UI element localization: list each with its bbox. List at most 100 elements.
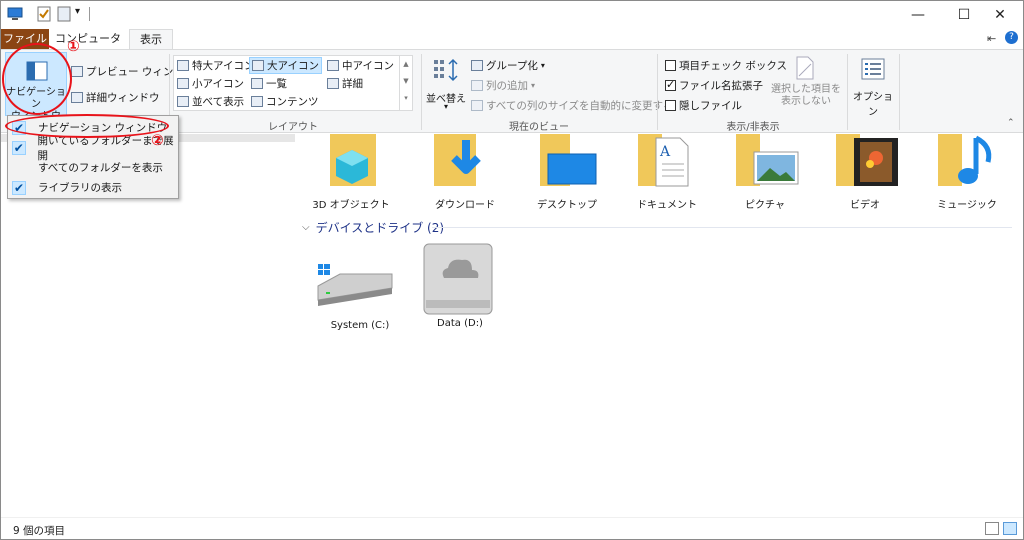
check-icon: ✔ [12, 140, 26, 155]
folder-label: 3D オブジェクト [312, 200, 390, 211]
size-all-columns-button[interactable]: すべての列のサイズを自動的に変更する [471, 98, 674, 113]
folder-desktop[interactable]: デスクトップ [522, 134, 612, 214]
options-button[interactable]: オプション [851, 56, 895, 118]
layout-medium[interactable]: 中アイコン [327, 58, 394, 73]
layout-content[interactable]: コンテンツ [251, 94, 319, 109]
svg-text:A: A [659, 144, 671, 160]
computer-icon [7, 7, 23, 20]
help-icon[interactable]: ? [1005, 31, 1018, 44]
large-icons-view-icon[interactable] [1003, 522, 1017, 535]
group-by-label: グループ化 [486, 60, 538, 72]
chevron-down-icon: ▾ [531, 81, 536, 90]
layout-small-label: 小アイコン [192, 78, 244, 90]
content-area: 3D オブジェクト ダウンロード デスクトップ A ドキュメント ピクチャ ビデ… [296, 134, 1023, 517]
layout-medium-label: 中アイコン [342, 60, 394, 72]
explorer-window: ▾ — ☐ ✕ ファイル コンピューター 表示 ⇤ ? ナビゲーション ウィンド… [0, 0, 1024, 540]
item-checkboxes-checkbox[interactable] [665, 60, 676, 71]
file-extensions-checkbox[interactable] [665, 78, 676, 91]
close-button[interactable]: ✕ [977, 1, 1023, 29]
videos-icon [836, 134, 898, 186]
minimize-button[interactable]: — [895, 1, 941, 29]
content-icon [251, 96, 263, 107]
group-by-button[interactable]: グループ化 ▾ [471, 58, 545, 73]
drives-section-header[interactable]: ⌵ デバイスとドライブ (2) [302, 219, 1012, 236]
system-drive-icon [317, 264, 393, 306]
add-columns-icon [471, 80, 483, 91]
tab-computer[interactable]: コンピューター [53, 29, 123, 65]
group-by-icon [471, 60, 483, 71]
chevron-down-icon: ⌵ [302, 222, 310, 233]
drive-label: System (C:) [330, 320, 390, 331]
check-empty [12, 161, 26, 175]
ribbon-separator [847, 54, 848, 130]
file-extensions-toggle[interactable]: ファイル名拡張子 [665, 78, 763, 93]
folder-documents[interactable]: A ドキュメント [622, 134, 712, 214]
hide-selected-label-2: 表示しない [781, 96, 831, 107]
layout-group-label: レイアウト [268, 122, 318, 133]
status-bar: 9 個の項目 [1, 517, 1023, 539]
pin-ribbon-icon[interactable]: ⇤ [987, 32, 996, 45]
current-view-group-label: 現在のビュー [509, 122, 569, 133]
hide-selected-label-1: 選択した項目を [771, 84, 841, 95]
properties-icon[interactable] [37, 6, 51, 24]
sort-icon [434, 58, 458, 82]
folder-downloads[interactable]: ダウンロード [420, 134, 510, 214]
options-icon [861, 58, 885, 80]
folder-pictures[interactable]: ピクチャ [720, 134, 810, 214]
annotation-circle-1 [2, 43, 72, 115]
drive-system[interactable]: System (C:) [310, 244, 410, 340]
menu-item-show-all-folders[interactable]: すべてのフォルダーを表示 [8, 158, 178, 177]
ribbon-separator [657, 54, 658, 130]
documents-icon: A [638, 134, 689, 187]
new-folder-icon[interactable] [57, 6, 71, 24]
layout-list[interactable]: 一覧 [251, 76, 287, 91]
data-drive-icon [423, 243, 493, 315]
layout-extra-large[interactable]: 特大アイコン [177, 58, 254, 73]
layout-details[interactable]: 詳細 [327, 76, 363, 91]
item-count: 9 個の項目 [13, 525, 66, 537]
folder-label: ミュージック [937, 200, 997, 211]
folder-label: デスクトップ [537, 200, 597, 211]
downloads-icon [434, 134, 481, 186]
quick-access-dropdown-icon[interactable]: ▾ [75, 6, 80, 24]
annotation-circle-2 [5, 114, 169, 138]
folder-3d-objects[interactable]: 3D オブジェクト [306, 134, 396, 214]
sort-dropdown-icon: ▾ [443, 102, 448, 111]
layout-gallery-scroll[interactable]: ▲ ▼ ▾ [399, 56, 412, 110]
menu-item-show-libraries[interactable]: ✔ ライブラリの表示 [8, 178, 178, 197]
layout-extra-large-label: 特大アイコン [192, 60, 255, 72]
layout-small[interactable]: 小アイコン [177, 76, 244, 91]
ribbon-tabs: ファイル コンピューター 表示 ⇤ ? [1, 29, 1023, 65]
drives-section-title: デバイスとドライブ (2) [315, 221, 445, 235]
hidden-items-label: 隠しファイル [679, 100, 742, 112]
folder-label: ダウンロード [435, 200, 495, 211]
title-bar: ▾ — ☐ ✕ [1, 1, 1023, 29]
preview-pane-icon [71, 66, 83, 77]
folder-videos[interactable]: ビデオ [820, 134, 910, 214]
3d-objects-icon [330, 134, 376, 186]
layout-tiles-label: 並べて表示 [192, 96, 245, 108]
hidden-items-toggle[interactable]: 隠しファイル [665, 98, 742, 113]
layout-details-label: 詳細 [342, 78, 363, 90]
options-label: オプション [853, 92, 893, 118]
hidden-items-checkbox[interactable] [665, 100, 676, 111]
pictures-icon [736, 134, 799, 186]
layout-large[interactable]: 大アイコン [249, 57, 322, 74]
details-view-icon[interactable] [985, 522, 999, 535]
hide-selected-button[interactable]: 選択した項目を 表示しない [771, 56, 841, 114]
details-pane-label: 詳細ウィンドウ [86, 92, 160, 104]
sort-by-button[interactable]: 並べ替え ▾ [425, 56, 467, 112]
layout-large-label: 大アイコン [267, 60, 319, 72]
medium-icons-icon [327, 60, 339, 71]
add-columns-button[interactable]: 列の追加 ▾ [471, 78, 535, 93]
drive-data[interactable]: Data (D:) [410, 242, 510, 340]
folder-label: ドキュメント [637, 200, 697, 211]
details-pane-button[interactable]: 詳細ウィンドウ [71, 90, 160, 105]
tab-view[interactable]: 表示 [129, 29, 173, 49]
size-columns-icon [471, 100, 483, 111]
collapse-ribbon-icon[interactable]: ⌃ [1007, 118, 1015, 128]
details-pane-icon [71, 92, 83, 103]
item-checkboxes-toggle[interactable]: 項目チェック ボックス [665, 58, 787, 73]
layout-tiles[interactable]: 並べて表示 [177, 94, 244, 109]
folder-music[interactable]: ミュージック [922, 134, 1012, 214]
